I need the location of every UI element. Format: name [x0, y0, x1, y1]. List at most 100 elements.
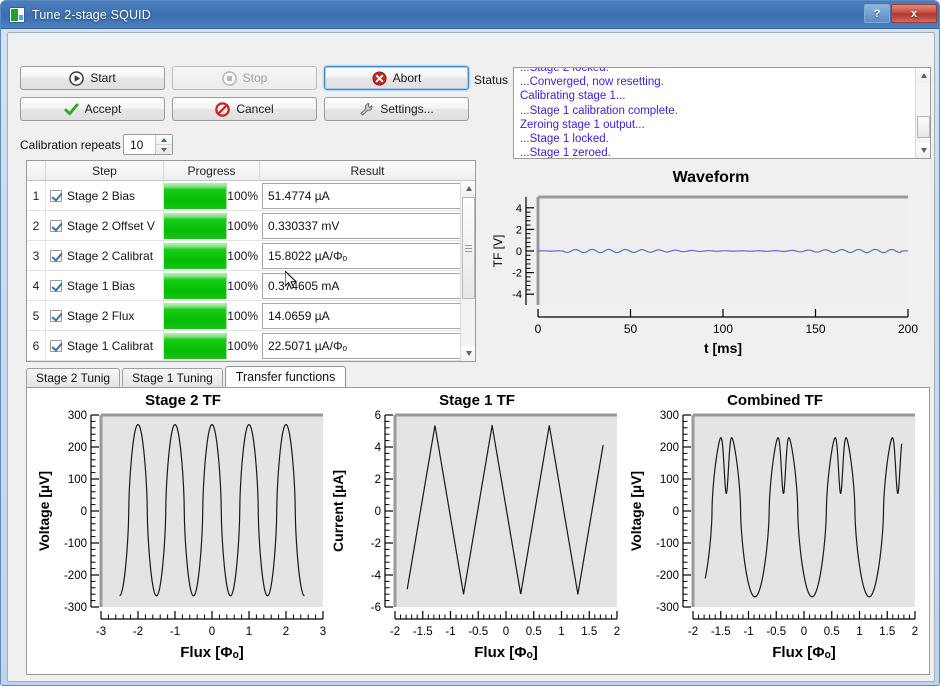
svg-text:1: 1 — [246, 626, 252, 638]
result-value[interactable]: 0.330337 mV — [262, 212, 473, 239]
s2-svg-ylabel: Voltage [µV] — [36, 471, 52, 551]
calibration-repeats-value: 10 — [130, 137, 144, 152]
svg-text:100: 100 — [713, 322, 733, 336]
status-scroll-down-button[interactable] — [916, 143, 930, 158]
progress-bar — [164, 243, 227, 269]
svg-text:-1: -1 — [743, 626, 753, 638]
column-header-step[interactable]: Step — [46, 161, 164, 180]
result-value[interactable]: 15.8022 µA/Φₒ — [262, 242, 473, 269]
table-scroll-down-button[interactable] — [461, 346, 475, 361]
row-checkbox[interactable] — [50, 339, 62, 352]
stop-button[interactable]: Stop — [172, 66, 317, 90]
status-scrollbar[interactable] — [915, 68, 930, 158]
tab-stage-1-tuning[interactable]: Stage 1 Tuning — [122, 368, 223, 387]
close-button[interactable]: x — [891, 4, 937, 23]
help-button[interactable]: ? — [864, 4, 890, 23]
svg-text:2: 2 — [614, 626, 620, 638]
row-step-cell[interactable]: Stage 2 Calibrat — [46, 241, 164, 270]
cb-svg-ylabel: Voltage [µV] — [628, 471, 644, 551]
status-scroll-up-button[interactable] — [916, 68, 930, 83]
start-button[interactable]: Start — [20, 66, 165, 90]
calibration-repeats-stepper[interactable]: 10 — [123, 134, 173, 155]
table-row[interactable]: 1 Stage 2 Bias 100% 51.4774 µA — [27, 181, 475, 211]
progress-percent: 100% — [227, 278, 258, 293]
row-step-label: Stage 1 Bias — [67, 278, 136, 293]
svg-text:-4: -4 — [512, 289, 522, 301]
svg-text:-300: -300 — [656, 602, 679, 614]
table-scroll-thumb[interactable] — [462, 197, 475, 299]
mouse-cursor — [285, 271, 297, 290]
wrench-icon — [360, 102, 373, 116]
svg-text:1.5: 1.5 — [879, 626, 895, 638]
abort-button[interactable]: Abort — [324, 66, 469, 90]
stop-icon — [221, 70, 237, 86]
grip-line — [465, 247, 472, 249]
column-header-progress[interactable]: Progress — [164, 161, 260, 180]
table-row[interactable]: 5 Stage 2 Flux 100% 14.0659 µA — [27, 301, 475, 331]
settings-button[interactable]: Settings... — [324, 97, 469, 121]
steps-table[interactable]: Step Progress Result 1 Stage 2 Bias 100% 51… — [26, 160, 476, 362]
abort-label: Abort — [392, 71, 422, 85]
status-log-line: ...Converged, now resetting. — [520, 76, 664, 89]
stepper-arrows[interactable] — [155, 135, 172, 154]
table-row[interactable]: 6 Stage 1 Calibrat 100% 22.5071 µA/Φₒ — [27, 331, 475, 361]
row-result-cell[interactable]: 51.4774 µA — [260, 181, 475, 210]
window-title: Tune 2-stage SQUID — [32, 7, 151, 22]
progress-bar — [164, 303, 227, 329]
row-step-cell[interactable]: Stage 2 Bias — [46, 181, 164, 210]
row-checkbox[interactable] — [50, 189, 62, 202]
row-result-cell[interactable]: 22.5071 µA/Φₒ — [260, 331, 475, 360]
stage2-tf-title: Stage 2 TF — [145, 392, 221, 409]
svg-text:1: 1 — [856, 626, 862, 638]
svg-text:-4: -4 — [371, 570, 382, 582]
waveform-xlabel: t [ms] — [704, 340, 742, 356]
row-result-cell[interactable]: 15.8022 µA/Φₒ — [260, 241, 475, 270]
result-value[interactable]: 22.5071 µA/Φₒ — [262, 332, 473, 359]
svg-text:-2: -2 — [133, 626, 143, 638]
progress-bar — [164, 273, 227, 299]
svg-text:300: 300 — [660, 410, 679, 422]
row-checkbox[interactable] — [50, 219, 62, 232]
status-scroll-thumb[interactable] — [917, 116, 930, 138]
progress-percent: 100% — [227, 188, 258, 203]
row-step-cell[interactable]: Stage 1 Bias — [46, 271, 164, 300]
row-step-cell[interactable]: Stage 2 Offset V — [46, 211, 164, 240]
application-window: Tune 2-stage SQUID ? x Start Stop Abort … — [0, 0, 940, 686]
svg-text:2: 2 — [283, 626, 289, 638]
combined-tf-plot: -300 -200 -100 0 100 200 300 -2 -1.5 -1 -0.5 0 0.5 1 1… — [628, 410, 918, 661]
svg-text:2: 2 — [375, 474, 381, 486]
table-row[interactable]: 2 Stage 2 Offset V 100% 0.330337 mV — [27, 211, 475, 241]
row-step-cell[interactable]: Stage 1 Calibrat — [46, 331, 164, 360]
triangle-up-icon — [920, 73, 927, 78]
tab-stage-2-tunig[interactable]: Stage 2 Tunig — [26, 368, 121, 387]
progress-percent: 100% — [227, 248, 258, 263]
app-icon — [9, 6, 25, 23]
stepper-down-button[interactable] — [156, 144, 172, 154]
result-value[interactable]: 14.0659 µA — [262, 302, 473, 329]
stepper-up-button[interactable] — [156, 135, 172, 144]
svg-text:-2: -2 — [512, 268, 522, 280]
cancel-button[interactable]: Cancel — [172, 97, 317, 121]
row-checkbox[interactable] — [50, 309, 62, 322]
status-log-lines: ...Stage 2 locked. ...Converged, now rese… — [514, 68, 930, 159]
column-header-result[interactable]: Result — [260, 161, 475, 180]
status-log[interactable]: ...Stage 2 locked. ...Converged, now rese… — [513, 67, 931, 159]
result-value[interactable]: 51.4774 µA — [262, 182, 473, 209]
waveform-ylabel: TF [V] — [491, 235, 505, 268]
accept-button[interactable]: Accept — [20, 97, 165, 121]
svg-text:150: 150 — [805, 322, 825, 336]
status-log-line: ...Stage 1 zeroed. — [520, 147, 611, 159]
row-checkbox[interactable] — [50, 279, 62, 292]
row-step-cell[interactable]: Stage 2 Flux — [46, 301, 164, 330]
table-scrollbar[interactable] — [460, 181, 475, 361]
stage1-tf-chart: Stage 1 TF -6 -4 -2 0 2 4 6 -2 -1.5 -1 -0.5 0 0.5 1 1.… — [327, 392, 627, 672]
triangle-up-icon — [465, 186, 472, 191]
row-result-cell[interactable]: 0.330337 mV — [260, 211, 475, 240]
table-row[interactable]: 3 Stage 2 Calibrat 100% 15.8022 µA/Φₒ — [27, 241, 475, 271]
table-row[interactable]: 4 Stage 1 Bias 100% 0.374605 mA — [27, 271, 475, 301]
row-result-cell[interactable]: 14.0659 µA — [260, 301, 475, 330]
table-scroll-up-button[interactable] — [461, 181, 475, 196]
row-checkbox[interactable] — [50, 249, 62, 262]
svg-text:4: 4 — [516, 203, 522, 215]
tab-transfer-functions[interactable]: Transfer functions — [224, 366, 347, 387]
